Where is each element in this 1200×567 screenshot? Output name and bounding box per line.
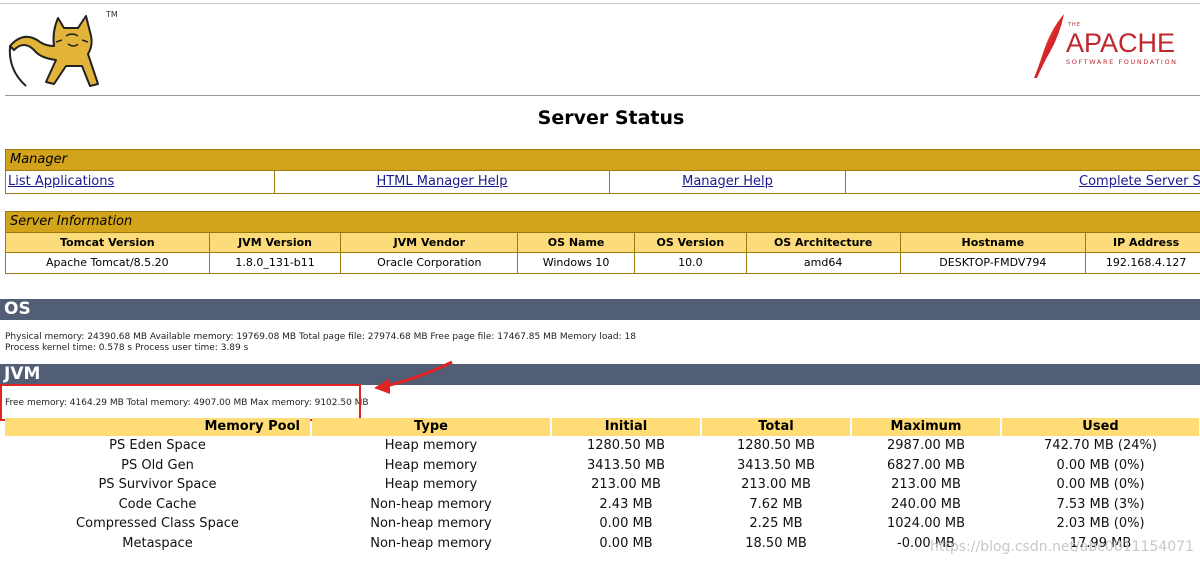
- column-header: Total: [702, 418, 850, 436]
- html-manager-help-link[interactable]: HTML Manager Help: [275, 171, 610, 193]
- column-header: OS Architecture: [747, 233, 901, 252]
- manager-links-row: List Applications HTML Manager Help Mana…: [6, 171, 1200, 193]
- manager-heading: Manager: [6, 150, 1200, 171]
- server-information-data-row: Apache Tomcat/8.5.20 1.8.0_131-b11 Oracl…: [6, 253, 1200, 273]
- annotation-arrow-icon: [374, 360, 453, 394]
- table-cell: amd64: [747, 253, 901, 273]
- table-cell: 6827.00 MB: [886, 457, 966, 473]
- os-section-heading: OS: [0, 299, 1200, 320]
- table-cell: 213.00 MB: [591, 477, 661, 492]
- watermark: https://blog.csdn.net/abc0011154071: [930, 539, 1194, 555]
- table-cell: 2.25 MB: [749, 516, 803, 531]
- table-cell: 192.168.4.127: [1105, 256, 1187, 269]
- table-cell: 18.50 MB: [745, 535, 807, 551]
- table-cell: Non-heap memory: [370, 516, 492, 531]
- table-cell: 1024.00 MB: [886, 516, 966, 531]
- table-row: Compressed Class Space Non-heap memory 0.0…: [5, 514, 1200, 534]
- table-row: PS Old Gen Heap memory 3413.50 MB 3413.50 M…: [5, 456, 1200, 476]
- top-border: [0, 3, 1200, 4]
- header-divider: [5, 95, 1200, 96]
- table-cell: 213.00 MB: [891, 477, 961, 492]
- table-row: Code Cache Non-heap memory 2.43 MB 7.62 MB 2…: [5, 495, 1200, 515]
- table-cell: PS Eden Space: [109, 438, 206, 453]
- server-information-heading: Server Information: [6, 212, 1200, 233]
- table-cell: 3413.50 MB: [586, 457, 666, 473]
- table-cell: 213.00 MB: [741, 477, 811, 492]
- table-cell: Heap memory: [384, 477, 478, 492]
- apache-wordmark: APACHE: [1066, 28, 1176, 58]
- table-cell: 0.00 MB (0%): [1056, 477, 1145, 492]
- apache-subtitle: SOFTWARE FOUNDATION: [1066, 58, 1178, 66]
- memory-pools-table: Memory Pool Type Initial Total Maximum U…: [5, 418, 1200, 553]
- page-title: Server Status: [537, 107, 685, 129]
- table-cell: 1280.50 MB: [736, 438, 816, 453]
- highlight-box: [0, 384, 361, 421]
- table-cell: 7.53 MB (3%): [1056, 496, 1145, 512]
- table-cell: 10.0: [635, 253, 747, 273]
- column-header: IP Address: [1112, 236, 1180, 249]
- table-cell: PS Survivor Space: [98, 477, 217, 492]
- column-header: Initial: [552, 418, 700, 436]
- table-cell: Apache Tomcat/8.5.20: [6, 253, 210, 273]
- column-header: OS Name: [518, 233, 635, 252]
- table-cell: 1280.50 MB: [586, 438, 666, 453]
- column-header: JVM Version: [210, 233, 342, 252]
- table-row: PS Survivor Space Heap memory 213.00 MB 213…: [5, 475, 1200, 495]
- trademark-mark: TM: [106, 10, 118, 19]
- table-cell: 742.70 MB (24%): [1044, 438, 1157, 453]
- jvm-section-heading: JVM: [0, 364, 1200, 385]
- column-header: Tomcat Version: [6, 233, 210, 252]
- table-row: PS Eden Space Heap memory 1280.50 MB 1280.5…: [5, 436, 1200, 456]
- table-cell: 0.00 MB (0%): [1056, 457, 1145, 473]
- table-cell: Non-heap memory: [370, 535, 492, 551]
- column-header: Hostname: [901, 233, 1087, 252]
- table-cell: 7.62 MB: [749, 496, 803, 512]
- server-information-table: Server Information Tomcat Version JVM Ve…: [5, 211, 1200, 274]
- memory-pools-header-row: Memory Pool Type Initial Total Maximum U…: [5, 418, 1200, 436]
- table-cell: 240.00 MB: [891, 496, 961, 512]
- table-cell: 0.00 MB: [599, 535, 653, 551]
- table-cell: 2987.00 MB: [886, 438, 966, 453]
- server-information-header-row: Tomcat Version JVM Version JVM Vendor OS…: [6, 233, 1200, 253]
- table-cell: Windows 10: [518, 253, 635, 273]
- manager-help-link[interactable]: Manager Help: [610, 171, 846, 193]
- table-cell: 2.03 MB (0%): [1056, 516, 1145, 531]
- table-cell: Oracle Corporation: [341, 253, 519, 273]
- table-cell: Code Cache: [118, 496, 197, 512]
- table-cell: Non-heap memory: [370, 496, 492, 512]
- table-cell: Heap memory: [384, 457, 478, 473]
- table-cell: 2.43 MB: [599, 496, 653, 512]
- column-header: Maximum: [852, 418, 1000, 436]
- table-cell: 1.8.0_131-b11: [210, 253, 342, 273]
- column-header: JVM Vendor: [341, 233, 519, 252]
- tomcat-logo: [8, 15, 99, 87]
- table-cell: 3413.50 MB: [736, 457, 816, 473]
- table-cell: DESKTOP-FMDV794: [901, 253, 1087, 273]
- complete-server-status-link[interactable]: Complete Server Status: [846, 171, 1200, 193]
- table-cell: Metaspace: [122, 535, 193, 551]
- os-process-time-line: Process kernel time: 0.578 s Process use…: [5, 343, 249, 353]
- column-header: OS Version: [635, 233, 747, 252]
- list-applications-link[interactable]: List Applications: [6, 171, 275, 193]
- column-header: Type: [312, 418, 550, 436]
- column-header: Memory Pool: [5, 418, 310, 436]
- table-cell: PS Old Gen: [121, 457, 194, 473]
- manager-table: Manager List Applications HTML Manager H…: [5, 149, 1200, 194]
- table-cell: 0.00 MB: [599, 516, 653, 531]
- table-cell: Heap memory: [384, 438, 478, 453]
- column-header: Used: [1002, 418, 1199, 436]
- os-memory-line: Physical memory: 24390.68 MB Available m…: [5, 332, 636, 342]
- table-cell: Compressed Class Space: [76, 516, 239, 531]
